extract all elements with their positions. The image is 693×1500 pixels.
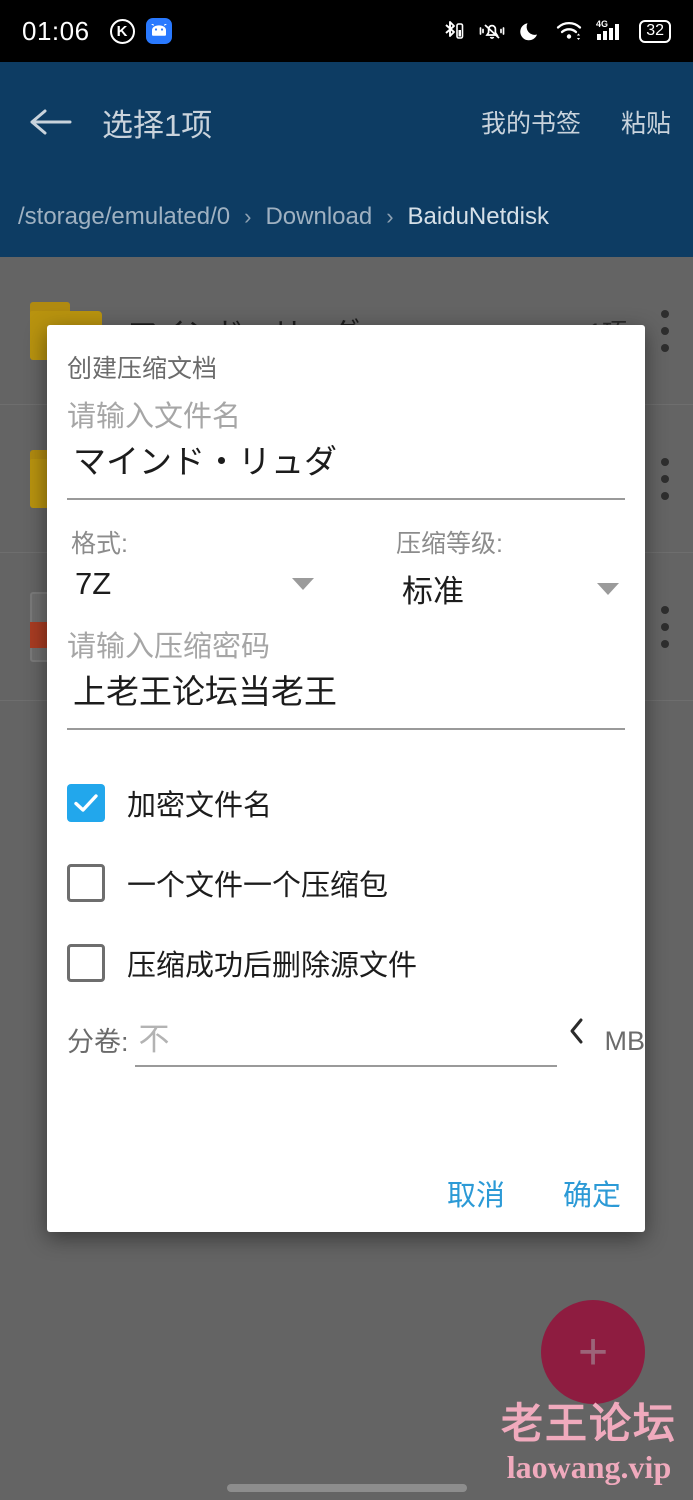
password-input[interactable]: 上老王论坛当老王 — [67, 665, 625, 714]
create-archive-dialog: 创建压缩文档 请输入文件名 マインド・リュダ 格式: 7Z 压缩等级: 标准 请… — [47, 325, 645, 1232]
breadcrumb-item-current[interactable]: BaiduNetdisk — [408, 203, 549, 231]
checkbox-unchecked-icon[interactable] — [67, 944, 105, 983]
chevron-left-icon[interactable] — [557, 1016, 587, 1067]
status-bar: 01:06 K 4G 32 — [0, 0, 693, 62]
password-label: 请输入压缩密码 — [67, 631, 271, 664]
chevron-down-icon — [292, 578, 314, 591]
paste-button[interactable]: 粘贴 — [621, 104, 671, 140]
back-arrow-icon[interactable] — [22, 94, 78, 150]
plus-icon: + — [577, 1323, 609, 1381]
chevron-right-icon: › — [386, 204, 394, 229]
compression-level-select[interactable]: 标准 — [346, 566, 625, 611]
dialog-title: 创建压缩文档 — [67, 355, 218, 383]
android-app-icon — [145, 18, 172, 44]
row-overflow-menu-icon[interactable] — [653, 605, 683, 648]
add-button[interactable]: + — [541, 1300, 645, 1404]
format-value: 7Z — [75, 566, 112, 602]
status-bar-clock: 01:06 — [22, 15, 90, 46]
password-underline — [67, 728, 625, 731]
gesture-navigation-bar[interactable] — [226, 1484, 467, 1492]
row-overflow-menu-icon[interactable] — [653, 457, 683, 500]
cancel-button[interactable]: 取消 — [447, 1172, 505, 1214]
checkbox-label: 一个文件一个压缩包 — [127, 870, 389, 903]
format-label: 格式: — [71, 530, 128, 559]
chevron-down-icon — [597, 582, 619, 595]
split-volume-placeholder: 不 — [138, 1022, 170, 1058]
bookmarks-button[interactable]: 我的书签 — [481, 104, 581, 140]
circled-k-icon: K — [109, 18, 135, 44]
watermark: 老王论坛 laowang.vip — [501, 1401, 677, 1486]
filename-input[interactable]: マインド・リュダ — [67, 435, 625, 484]
checkbox-delete-source-after[interactable]: 压缩成功后删除源文件 — [67, 934, 645, 992]
checkbox-label: 加密文件名 — [127, 790, 273, 823]
watermark-title: 老王论坛 — [500, 1400, 677, 1448]
format-select[interactable]: 7Z — [67, 566, 346, 602]
filename-label: 请输入文件名 — [67, 401, 242, 433]
dialog-actions: 取消 确定 — [447, 1172, 621, 1214]
compression-level-value: 标准 — [402, 574, 464, 610]
breadcrumb-item-root[interactable]: /storage/emulated/0 — [18, 203, 230, 231]
chevron-right-icon: › — [244, 204, 252, 229]
options-checkbox-group: 加密文件名 一个文件一个压缩包 压缩成功后删除源文件 — [47, 774, 645, 992]
svg-text:4G: 4G — [596, 19, 608, 29]
breadcrumb: /storage/emulated/0 › Download › BaiduNe… — [0, 182, 693, 252]
checkbox-label: 压缩成功后删除源文件 — [127, 950, 418, 983]
wifi-icon — [557, 21, 582, 40]
confirm-button[interactable]: 确定 — [563, 1172, 621, 1214]
status-bar-system-icons: 4G 32 — [442, 18, 671, 44]
checkbox-checked-icon[interactable] — [67, 784, 105, 823]
split-volume-label: 分卷: — [67, 1027, 129, 1058]
breadcrumb-item-download[interactable]: Download — [265, 203, 372, 231]
do-not-disturb-moon-icon — [520, 23, 538, 41]
filename-underline — [67, 498, 625, 501]
page-title: 选择1项 — [102, 107, 213, 143]
split-volume-underline — [134, 1065, 557, 1068]
checkbox-one-archive-per-file[interactable]: 一个文件一个压缩包 — [67, 854, 645, 912]
split-volume-input[interactable]: 不 — [134, 1014, 557, 1068]
split-volume-row: 分卷: 不 MB — [47, 1014, 646, 1068]
status-bar-notification-icons: K — [109, 18, 172, 44]
mute-vibrate-icon — [479, 24, 505, 39]
split-volume-unit: MB — [604, 1026, 646, 1057]
checkbox-encrypt-filenames[interactable]: 加密文件名 — [67, 774, 645, 832]
compression-level-label: 压缩等级: — [396, 530, 503, 559]
app-bar: 选择1项 我的书签 粘贴 /storage/emulated/0 › Downl… — [0, 62, 693, 257]
bluetooth-icon — [445, 21, 464, 39]
checkbox-unchecked-icon[interactable] — [67, 864, 105, 903]
row-overflow-menu-icon[interactable] — [653, 309, 683, 352]
watermark-url: laowang.vip — [506, 1448, 672, 1485]
4g-signal-icon: 4G — [596, 19, 620, 40]
battery-level-badge: 32 — [639, 19, 671, 43]
